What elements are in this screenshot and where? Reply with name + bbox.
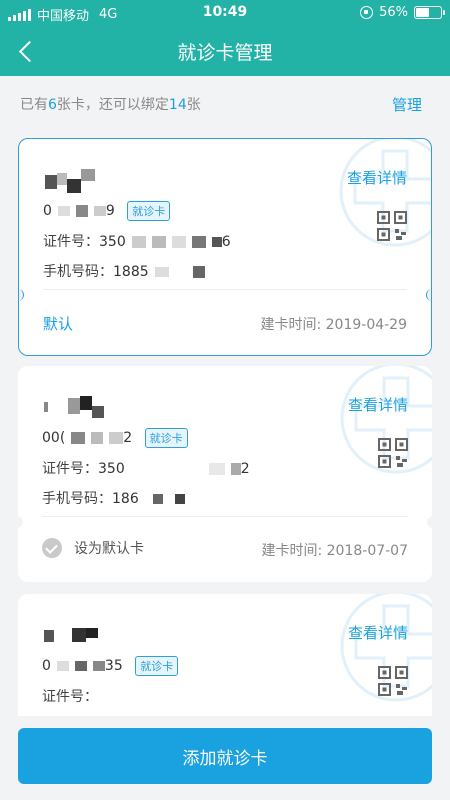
card-number-tail: 9 <box>105 203 115 219</box>
default-label: 默认 <box>43 315 74 333</box>
view-details-link[interactable]: 查看详情 <box>348 394 408 415</box>
checkmark-icon <box>42 538 62 558</box>
card-notch <box>18 516 23 528</box>
card-count: 6 <box>48 97 57 113</box>
summary-middle: 张卡，还可以绑定 <box>56 97 169 113</box>
id-row: 证件号：350 6 <box>43 231 231 251</box>
id-label: 证件号： <box>42 689 98 705</box>
status-right: 56% <box>360 5 445 20</box>
qr-code-icon[interactable] <box>378 666 408 696</box>
id-value: 350 <box>99 234 126 250</box>
card-count-text: 已有6张卡，还可以绑定14张 <box>20 94 201 114</box>
card-number: 0 <box>42 658 51 674</box>
card-number-row: 00( 2 就诊卡 <box>42 428 188 448</box>
card-notch <box>427 516 432 528</box>
patient-name-redacted <box>44 396 104 418</box>
battery-fill <box>416 8 429 17</box>
qr-code-icon[interactable] <box>378 438 408 468</box>
card-number: 00( <box>42 430 66 446</box>
card-number-tail: 2 <box>123 430 133 446</box>
phone-label: 手机号码： <box>42 491 112 507</box>
rotation-lock-icon <box>360 6 374 19</box>
card-notch <box>426 289 431 301</box>
card-type-badge: 就诊卡 <box>144 428 188 448</box>
phone-row: 手机号码：1885 <box>43 261 205 281</box>
card-type-badge: 就诊卡 <box>127 201 171 221</box>
card-item[interactable]: 0 9 就诊卡 证件号：350 6 手机号码：1885 查看详情 默认 建卡时间: … <box>18 138 432 356</box>
phone-label: 手机号码： <box>43 264 113 280</box>
set-default-label: 设为默认卡 <box>74 541 144 557</box>
battery-percent: 56% <box>379 5 408 20</box>
patient-name-redacted <box>45 169 95 193</box>
card-item[interactable]: 0 35 就诊卡 证件号： 查看详情 <box>18 594 432 716</box>
card-number-row: 0 9 就诊卡 <box>43 201 171 221</box>
id-tail: 2 <box>240 461 250 477</box>
patient-name-redacted <box>44 624 98 642</box>
card-number-tail: 35 <box>104 658 123 674</box>
phone-row: 手机号码：186 <box>42 488 185 508</box>
phone-value: 1885 <box>113 264 149 280</box>
id-label: 证件号： <box>43 234 99 250</box>
card-divider <box>43 289 407 290</box>
id-row: 证件号： <box>42 686 98 706</box>
phone-value: 186 <box>112 491 139 507</box>
id-row: 证件号：350 2 <box>42 458 250 478</box>
status-bar: 中国移动 4G 10:49 56% <box>0 0 450 26</box>
card-type-badge: 就诊卡 <box>135 656 179 676</box>
created-date: 建卡时间: 2018-07-07 <box>261 543 408 559</box>
id-tail: 6 <box>221 234 231 250</box>
manage-button[interactable]: 管理 <box>392 94 422 115</box>
summary-bar: 已有6张卡，还可以绑定14张 管理 <box>0 76 450 130</box>
remaining-count: 14 <box>168 97 187 113</box>
qr-code-icon[interactable] <box>377 211 407 241</box>
id-value: 350 <box>98 461 125 477</box>
page-title: 就诊卡管理 <box>177 42 273 64</box>
card-notch <box>19 289 24 301</box>
summary-prefix: 已有 <box>20 97 48 113</box>
card-item[interactable]: 00( 2 就诊卡 证件号：350 2 手机号码：186 查看详情 设为默认卡 建卡… <box>18 366 432 582</box>
battery-icon <box>414 6 445 19</box>
id-label: 证件号： <box>42 461 98 477</box>
created-date: 建卡时间: 2019-04-29 <box>260 317 407 333</box>
card-divider <box>42 516 408 517</box>
view-details-link[interactable]: 查看详情 <box>348 622 408 643</box>
summary-suffix: 张 <box>186 97 201 113</box>
set-default-toggle[interactable]: 设为默认卡 <box>42 538 144 558</box>
card-number: 0 <box>43 203 52 219</box>
card-number-row: 0 35 就诊卡 <box>42 656 179 676</box>
card-list: 09 就诊卡 证件号：350 6 手机号码：1885 查看详情 默认 建卡时间: … <box>0 130 450 716</box>
nav-bar: 就诊卡管理 <box>0 26 450 76</box>
add-card-button[interactable]: 添加就诊卡 <box>18 728 432 784</box>
view-details-link[interactable]: 查看详情 <box>347 167 407 188</box>
